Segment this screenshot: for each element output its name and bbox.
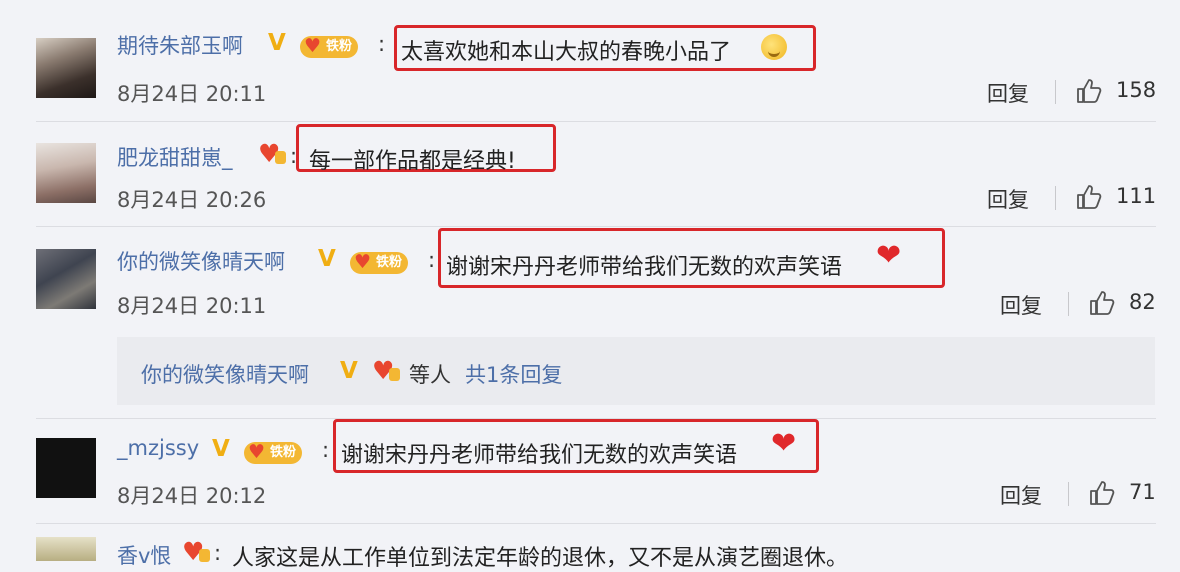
like-count: 111 <box>1116 184 1157 208</box>
thumb-up-icon[interactable] <box>1089 290 1115 316</box>
username[interactable]: 期待朱部玉啊 <box>117 30 243 60</box>
comment-text: 每一部作品都是经典! <box>309 149 516 174</box>
avatar[interactable] <box>36 38 96 98</box>
heart-icon: ❤ <box>771 426 797 461</box>
fan-badge-icon: 铁粉 <box>350 251 409 274</box>
comment-date: 8月24日 20:26 <box>117 188 267 212</box>
reply-button[interactable]: 回复 <box>987 78 1029 108</box>
reply-summary-suffix: 等人 <box>409 363 451 387</box>
row-divider <box>36 523 1156 524</box>
fan-badge-icon: 铁粉 <box>300 35 359 58</box>
divider <box>1055 80 1056 104</box>
verified-v-icon: V <box>340 358 358 384</box>
colon: : <box>428 248 436 272</box>
crying-emoji-icon <box>761 34 787 60</box>
like-count: 82 <box>1129 290 1156 314</box>
verified-v-icon: V <box>318 246 336 272</box>
comment-text: 太喜欢她和本山大叔的春晚小品了 <box>401 40 732 65</box>
thumb-up-icon[interactable] <box>1076 184 1102 210</box>
username[interactable]: 肥龙甜甜崽_ <box>117 142 233 172</box>
username[interactable]: 你的微笑像晴天啊 <box>117 246 285 276</box>
comment-date: 8月24日 20:11 <box>117 82 267 106</box>
divider <box>1068 292 1069 316</box>
verified-v-icon: V <box>268 30 286 56</box>
username[interactable]: _mzjssy <box>117 436 199 460</box>
colon: : <box>322 438 330 462</box>
colon: : <box>214 541 222 565</box>
reply-summary-username[interactable]: 你的微笑像晴天啊 <box>141 359 309 389</box>
avatar[interactable] <box>36 249 96 309</box>
reply-button[interactable]: 回复 <box>1000 290 1042 320</box>
reply-button[interactable]: 回复 <box>1000 480 1042 510</box>
comment-date: 8月24日 20:12 <box>117 484 267 508</box>
avatar[interactable] <box>36 438 96 498</box>
divider <box>1068 482 1069 506</box>
verified-v-icon: V <box>212 436 230 462</box>
heart-icon: ❤ <box>876 238 902 273</box>
view-replies-link[interactable]: 共1条回复 <box>465 359 562 389</box>
comment-text: 人家这是从工作单位到法定年龄的退休，又不是从演艺圈退休。 <box>232 546 849 571</box>
comment-text: 谢谢宋丹丹老师带给我们无数的欢声笑语 <box>341 443 738 468</box>
row-divider <box>36 226 1156 227</box>
divider <box>1055 186 1056 210</box>
fan-level-icon: ♥ <box>372 358 402 384</box>
avatar[interactable] <box>36 537 96 561</box>
fan-badge-icon: 铁粉 <box>244 441 303 464</box>
colon: : <box>378 32 386 56</box>
reply-button[interactable]: 回复 <box>987 184 1029 214</box>
comment-date: 8月24日 20:11 <box>117 294 267 318</box>
avatar[interactable] <box>36 143 96 203</box>
comment-text: 谢谢宋丹丹老师带给我们无数的欢声笑语 <box>446 255 843 280</box>
fan-level-icon: ♥ <box>182 539 212 565</box>
like-count: 158 <box>1116 78 1157 102</box>
like-count: 71 <box>1129 480 1156 504</box>
thumb-up-icon[interactable] <box>1076 78 1102 104</box>
fan-level-icon: ♥ <box>258 141 288 167</box>
username[interactable]: 香v恨 <box>117 540 171 570</box>
thumb-up-icon[interactable] <box>1089 480 1115 506</box>
row-divider <box>36 121 1156 122</box>
